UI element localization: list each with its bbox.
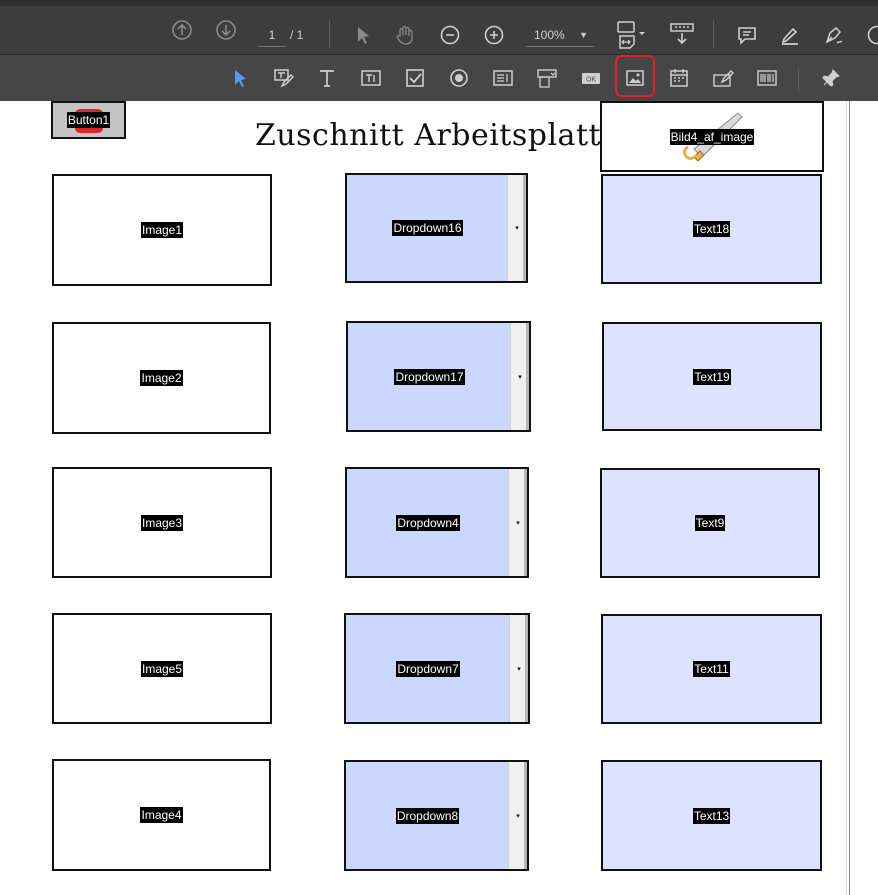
scroll-mode-icon[interactable] [668, 20, 696, 48]
text-field-icon[interactable] [358, 65, 384, 91]
image-field[interactable]: Image4 [52, 759, 271, 871]
zoom-out-icon[interactable] [437, 22, 463, 48]
toolbar-divider [329, 20, 330, 48]
hand-icon[interactable] [392, 22, 418, 48]
dropdown-arrow[interactable]: ▾ [508, 762, 527, 869]
zoom-select[interactable]: 100% ▼ [526, 24, 594, 47]
field-label: Dropdown8 [395, 807, 460, 824]
fit-page-icon[interactable] [612, 18, 648, 52]
sign-icon[interactable] [821, 22, 847, 48]
dropdown-arrow[interactable]: ▾ [507, 175, 526, 281]
image-field[interactable]: Image1 [52, 174, 272, 286]
dropdown-field[interactable]: Dropdown4 ▾ [345, 467, 529, 578]
field-label: Dropdown4 [396, 514, 460, 531]
active-tool-highlight [615, 55, 655, 97]
dropdown-field[interactable]: Dropdown7 ▾ [344, 613, 530, 724]
text-field[interactable]: Text19 [602, 322, 822, 431]
dropdown-arrow[interactable]: ▾ [509, 615, 528, 722]
dropdown-field[interactable]: Dropdown17 ▾ [346, 321, 531, 432]
bild4-image-field[interactable]: Bild4_af_image [600, 101, 824, 172]
field-label: Button1 [66, 112, 111, 128]
field-label: Text11 [693, 661, 730, 677]
image-field[interactable]: Image5 [52, 613, 272, 724]
text-icon[interactable] [314, 65, 340, 91]
image-field[interactable]: Image3 [52, 467, 272, 578]
field-label: Text13 [692, 807, 731, 824]
toolbar-divider [798, 67, 799, 91]
page-number-input[interactable]: 1 [258, 24, 286, 47]
arrow-up-icon[interactable] [169, 17, 195, 43]
comment-icon[interactable] [734, 22, 760, 48]
select-object-icon[interactable] [227, 65, 253, 91]
button1-field[interactable]: Button1 [51, 101, 126, 139]
field-label: Dropdown16 [392, 220, 463, 236]
highlight-icon[interactable] [777, 22, 803, 48]
more-icon[interactable] [864, 22, 878, 48]
select-icon[interactable] [350, 22, 376, 48]
field-label: Dropdown7 [396, 660, 460, 677]
dropdown-field[interactable]: Dropdown8 ▾ [344, 760, 529, 871]
svg-text:OK: OK [586, 77, 596, 84]
main-toolbar: 1 / 1 100% ▼ [0, 0, 878, 54]
date-icon[interactable] [666, 65, 692, 91]
text-field[interactable]: Text18 [601, 174, 822, 284]
dropdown-arrow[interactable]: ▾ [510, 323, 529, 430]
page-total-label: / 1 [290, 28, 304, 42]
dropdown-arrow[interactable]: ▾ [508, 469, 527, 576]
button-icon[interactable]: OK [578, 65, 604, 91]
text-field[interactable]: Text13 [601, 760, 822, 871]
field-label: Image2 [140, 370, 183, 386]
text-field[interactable]: Text9 [600, 468, 820, 578]
pin-icon[interactable] [818, 65, 844, 91]
dropdown-field[interactable]: Dropdown16 ▾ [345, 173, 528, 283]
field-label: Bild4_af_image [669, 128, 755, 145]
field-label: Image3 [140, 514, 184, 531]
dropdown-icon[interactable] [534, 65, 560, 91]
field-label: Image4 [140, 807, 183, 823]
zoom-value: 100% [534, 28, 565, 42]
text-field[interactable]: Text11 [601, 614, 822, 724]
toolbar-divider [713, 20, 714, 48]
chevron-down-icon: ▼ [579, 30, 588, 40]
radio-icon[interactable] [446, 65, 472, 91]
barcode-icon[interactable] [754, 65, 780, 91]
arrow-down-icon[interactable] [213, 17, 239, 43]
field-label: Dropdown17 [394, 368, 465, 385]
field-label: Text19 [693, 368, 731, 385]
field-label: Text9 [694, 515, 726, 531]
signature-icon[interactable] [710, 65, 736, 91]
field-label: Image1 [140, 222, 184, 238]
zoom-in-icon[interactable] [481, 22, 507, 48]
list-box-icon[interactable] [490, 65, 516, 91]
checkbox-icon[interactable] [402, 65, 428, 91]
image-field[interactable]: Image2 [52, 322, 271, 434]
field-label: Image5 [140, 660, 184, 677]
forms-toolbar: OK [0, 54, 878, 101]
vertical-scrollbar[interactable] [846, 101, 878, 895]
field-label: Text18 [692, 221, 731, 237]
page-title: Zuschnitt Arbeitsplatten [255, 118, 640, 153]
edit-field-icon[interactable] [270, 65, 296, 91]
